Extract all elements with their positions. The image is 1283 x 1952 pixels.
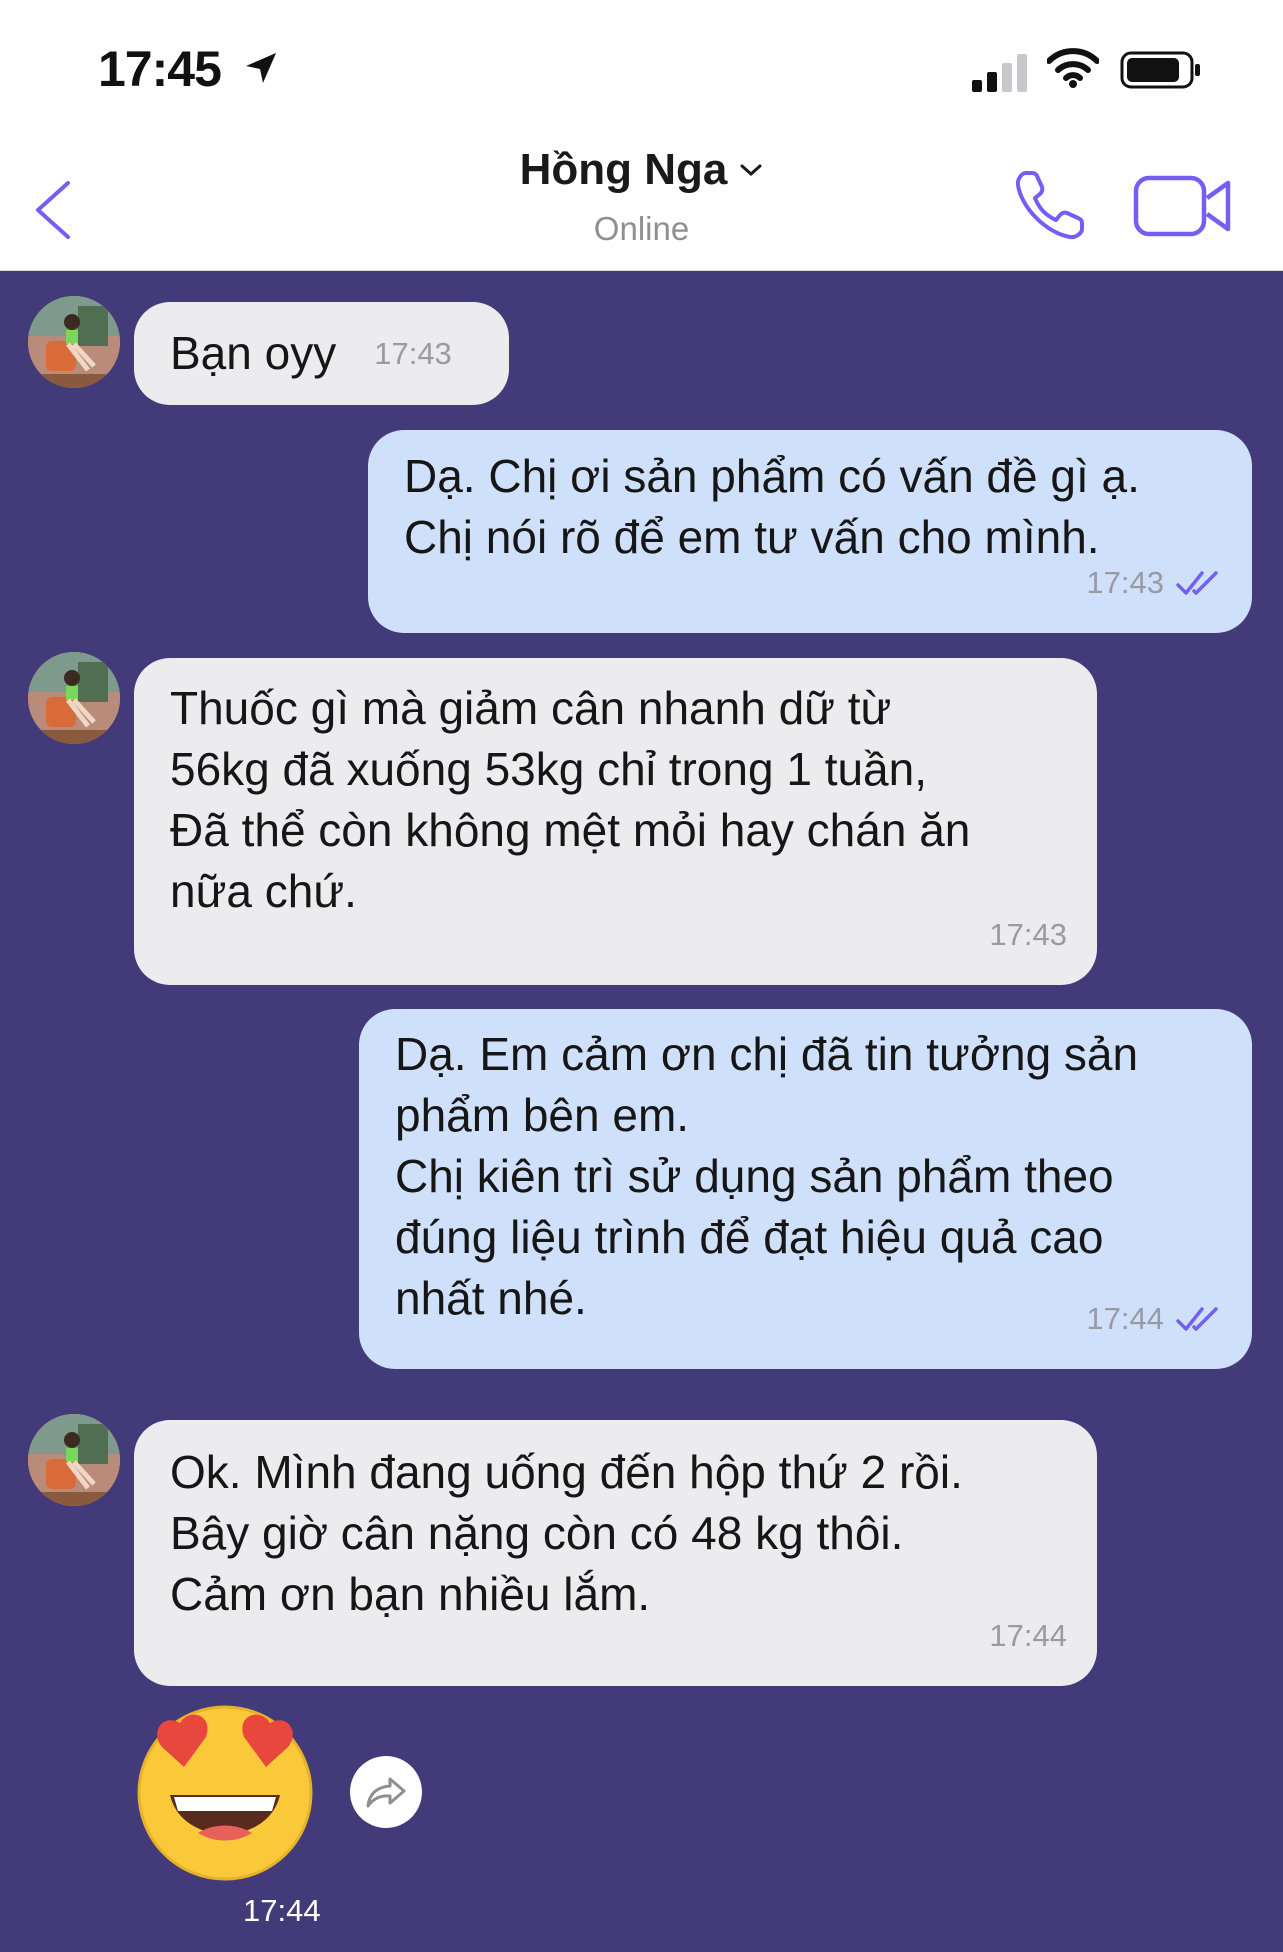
wifi-icon [1047, 48, 1099, 88]
double-check-icon [1176, 1306, 1218, 1331]
message-meta: 17:44 [989, 1605, 1067, 1666]
message-text: Thuốc gì mà giảm cân nhanh dữ từ 56kg đã… [170, 682, 971, 917]
message-time: 17:43 [989, 917, 1067, 952]
battery-icon [1120, 51, 1200, 89]
share-button[interactable] [350, 1756, 422, 1828]
double-check-icon [1176, 570, 1218, 595]
avatar-photo [28, 652, 120, 744]
heart-eyes-emoji-sticker[interactable] [132, 1697, 318, 1883]
message-bubble-incoming[interactable]: Bạn oyy 17:43 [134, 302, 509, 405]
message-time: 17:43 [374, 336, 452, 371]
video-call-icon[interactable] [1133, 173, 1233, 239]
message-bubble-outgoing[interactable]: Dạ. Em cảm ơn chị đã tin tưởng sản phẩm … [359, 1009, 1252, 1369]
contact-avatar[interactable] [28, 1414, 120, 1506]
message-text: Dạ. Chị ơi sản phẩm có vấn đề gì ạ. Chị … [404, 450, 1140, 563]
phone-call-icon[interactable] [1012, 167, 1088, 243]
conversation-header: Hồng Nga Online [0, 125, 1283, 271]
message-meta: 17:43 [374, 323, 452, 384]
contact-name: Hồng Nga [519, 145, 728, 194]
status-bar: 17:45 [0, 0, 1283, 125]
location-arrow-icon [246, 53, 276, 83]
message-bubble-outgoing[interactable]: Dạ. Chị ơi sản phẩm có vấn đề gì ạ. Chị … [368, 430, 1252, 633]
message-meta: 17:44 [1086, 1288, 1222, 1349]
message-bubble-incoming[interactable]: Thuốc gì mà giảm cân nhanh dữ từ 56kg đã… [134, 658, 1097, 985]
contact-avatar[interactable] [28, 652, 120, 744]
contact-name-button[interactable]: Hồng Nga [520, 145, 764, 195]
contact-avatar[interactable] [28, 296, 120, 388]
cellular-signal-icon [972, 54, 1027, 92]
contact-name-row: Hồng Nga [0, 145, 1283, 195]
message-time: 17:44 [243, 1893, 321, 1928]
contact-presence: Online [593, 210, 690, 247]
message-list[interactable]: Bạn oyy 17:43 Dạ. Chị ơi sản phẩm có vấn… [0, 272, 1283, 1952]
message-meta: 17:43 [989, 904, 1067, 965]
status-time: 17:45 [98, 41, 222, 97]
message-bubble-incoming[interactable]: Ok. Mình đang uống đến hộp thứ 2 rồi. Bâ… [134, 1420, 1097, 1686]
message-text: Ok. Mình đang uống đến hộp thứ 2 rồi. Bâ… [170, 1446, 963, 1620]
avatar-photo [28, 296, 120, 388]
message-text: Bạn oyy [170, 327, 337, 379]
message-text: Dạ. Em cảm ơn chị đã tin tưởng sản phẩm … [395, 1028, 1139, 1324]
share-arrow-icon [366, 1777, 406, 1808]
avatar-photo [28, 1414, 120, 1506]
chevron-down-icon [740, 164, 762, 177]
message-time: 17:44 [1086, 1301, 1164, 1336]
message-time: 17:44 [989, 1618, 1067, 1653]
message-time: 17:43 [1086, 565, 1164, 600]
message-meta: 17:43 [1086, 552, 1222, 613]
